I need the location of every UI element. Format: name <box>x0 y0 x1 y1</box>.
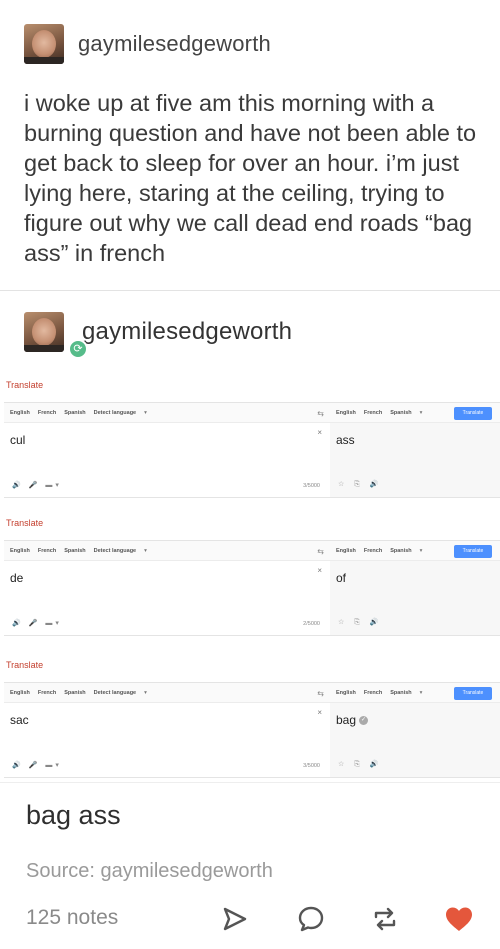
divider <box>0 782 500 783</box>
source-text-input[interactable]: cul <box>10 433 25 447</box>
translate-button[interactable]: Translate <box>454 545 492 558</box>
verified-check-icon[interactable]: ✓ <box>359 716 369 726</box>
lang-tab-english[interactable]: English <box>10 548 30 554</box>
reblog-comment-text: bag ass <box>26 800 121 830</box>
lang-dropdown-icon[interactable]: ▾ <box>144 548 147 554</box>
reblog-badge-icon: ⟳ <box>68 339 88 359</box>
translate-widget: Translate English French Spanish Detect … <box>0 660 500 790</box>
lang-tab-english[interactable]: English <box>336 690 356 696</box>
target-panel: English French Spanish ▾ Translate bag ✓ … <box>330 682 500 778</box>
username[interactable]: gaymilesedgeworth <box>82 318 292 346</box>
lang-tab-detect[interactable]: Detect language <box>94 548 136 554</box>
target-lang-bar: English French Spanish ▾ Translate <box>330 541 500 561</box>
source-panel: English French Spanish Detect language ▾… <box>4 402 330 498</box>
lang-tab-english[interactable]: English <box>10 690 30 696</box>
output-tools-icons[interactable]: ☆ ⎘ 🔊 <box>338 480 382 489</box>
source-name[interactable]: gaymilesedgeworth <box>101 860 273 882</box>
lang-tab-spanish[interactable]: Spanish <box>64 548 85 554</box>
post-footer: 125 notes <box>0 900 500 940</box>
swap-languages-icon[interactable]: ⇆ <box>317 547 324 556</box>
char-count: 3/5000 <box>303 483 320 489</box>
lang-tab-french[interactable]: French <box>364 548 382 554</box>
source-text-input[interactable]: de <box>10 571 23 585</box>
lang-tab-english[interactable]: English <box>336 548 356 554</box>
translation-output: ass <box>336 433 355 447</box>
source-lang-bar: English French Spanish Detect language ▾… <box>4 541 330 561</box>
target-lang-bar: English French Spanish ▾ Translate <box>330 403 500 423</box>
translate-widget: Translate English French Spanish Detect … <box>0 518 500 648</box>
target-panel: English French Spanish ▾ Translate of ☆ … <box>330 540 500 636</box>
lang-tab-spanish[interactable]: Spanish <box>64 690 85 696</box>
clear-icon[interactable]: × <box>317 708 322 717</box>
avatar[interactable] <box>24 24 64 64</box>
lang-dropdown-icon[interactable]: ▾ <box>420 410 423 416</box>
reblog-icon[interactable] <box>370 904 400 934</box>
lang-tab-english[interactable]: English <box>336 410 356 416</box>
clear-icon[interactable]: × <box>317 428 322 437</box>
lang-tab-spanish[interactable]: Spanish <box>390 548 411 554</box>
source-attribution[interactable]: Source: gaymilesedgeworth <box>26 860 273 883</box>
lang-tab-detect[interactable]: Detect language <box>94 410 136 416</box>
clear-icon[interactable]: × <box>317 566 322 575</box>
translation-output: of <box>336 571 347 585</box>
reply-icon[interactable] <box>296 904 326 934</box>
swap-languages-icon[interactable]: ⇆ <box>317 689 324 698</box>
translate-widget: Translate English French Spanish Detect … <box>0 380 500 510</box>
lang-tab-french[interactable]: French <box>364 690 382 696</box>
lang-tab-french[interactable]: French <box>364 410 382 416</box>
lang-tab-spanish[interactable]: Spanish <box>64 410 85 416</box>
translate-title: Translate <box>6 518 44 528</box>
lang-dropdown-icon[interactable]: ▾ <box>420 548 423 554</box>
output-tools-icons[interactable]: ☆ ⎘ 🔊 <box>338 618 382 627</box>
post-header: gaymilesedgeworth <box>24 24 271 64</box>
char-count: 3/5000 <box>303 763 320 769</box>
lang-tab-english[interactable]: English <box>10 410 30 416</box>
target-lang-bar: English French Spanish ▾ Translate <box>330 683 500 703</box>
lang-tab-french[interactable]: French <box>38 690 56 696</box>
source-label: Source: <box>26 860 95 882</box>
notes-count[interactable]: 125 notes <box>26 906 118 930</box>
lang-dropdown-icon[interactable]: ▾ <box>144 410 147 416</box>
translation-output: bag ✓ <box>336 713 369 727</box>
lang-dropdown-icon[interactable]: ▾ <box>420 690 423 696</box>
translation-output-text: bag <box>336 713 357 727</box>
lang-tab-detect[interactable]: Detect language <box>94 690 136 696</box>
reblog-header: ⟳ gaymilesedgeworth <box>24 312 292 359</box>
input-tools-icons[interactable]: 🔊 🎤 ▬▾ <box>12 761 62 769</box>
lang-dropdown-icon[interactable]: ▾ <box>144 690 147 696</box>
input-tools-icons[interactable]: 🔊 🎤 ▬▾ <box>12 481 62 489</box>
target-panel: English French Spanish ▾ Translate ass ☆… <box>330 402 500 498</box>
translate-button[interactable]: Translate <box>454 687 492 700</box>
source-lang-bar: English French Spanish Detect language ▾… <box>4 403 330 423</box>
translate-title: Translate <box>6 660 44 670</box>
avatar[interactable] <box>24 312 64 352</box>
input-tools-icons[interactable]: 🔊 🎤 ▬▾ <box>12 619 62 627</box>
source-panel: English French Spanish Detect language ▾… <box>4 682 330 778</box>
like-icon[interactable] <box>444 904 474 934</box>
source-lang-bar: English French Spanish Detect language ▾… <box>4 683 330 703</box>
lang-tab-french[interactable]: French <box>38 410 56 416</box>
lang-tab-spanish[interactable]: Spanish <box>390 690 411 696</box>
translate-title: Translate <box>6 380 44 390</box>
source-text-input[interactable]: sac <box>10 713 29 727</box>
lang-tab-french[interactable]: French <box>38 548 56 554</box>
lang-tab-spanish[interactable]: Spanish <box>390 410 411 416</box>
swap-languages-icon[interactable]: ⇆ <box>317 409 324 418</box>
share-icon[interactable] <box>220 904 250 934</box>
char-count: 2/5000 <box>303 621 320 627</box>
username[interactable]: gaymilesedgeworth <box>78 31 271 57</box>
divider <box>0 290 500 291</box>
post-body-text: i woke up at five am this morning with a… <box>24 90 477 266</box>
source-panel: English French Spanish Detect language ▾… <box>4 540 330 636</box>
translate-button[interactable]: Translate <box>454 407 492 420</box>
output-tools-icons[interactable]: ☆ ⎘ 🔊 <box>338 760 382 769</box>
